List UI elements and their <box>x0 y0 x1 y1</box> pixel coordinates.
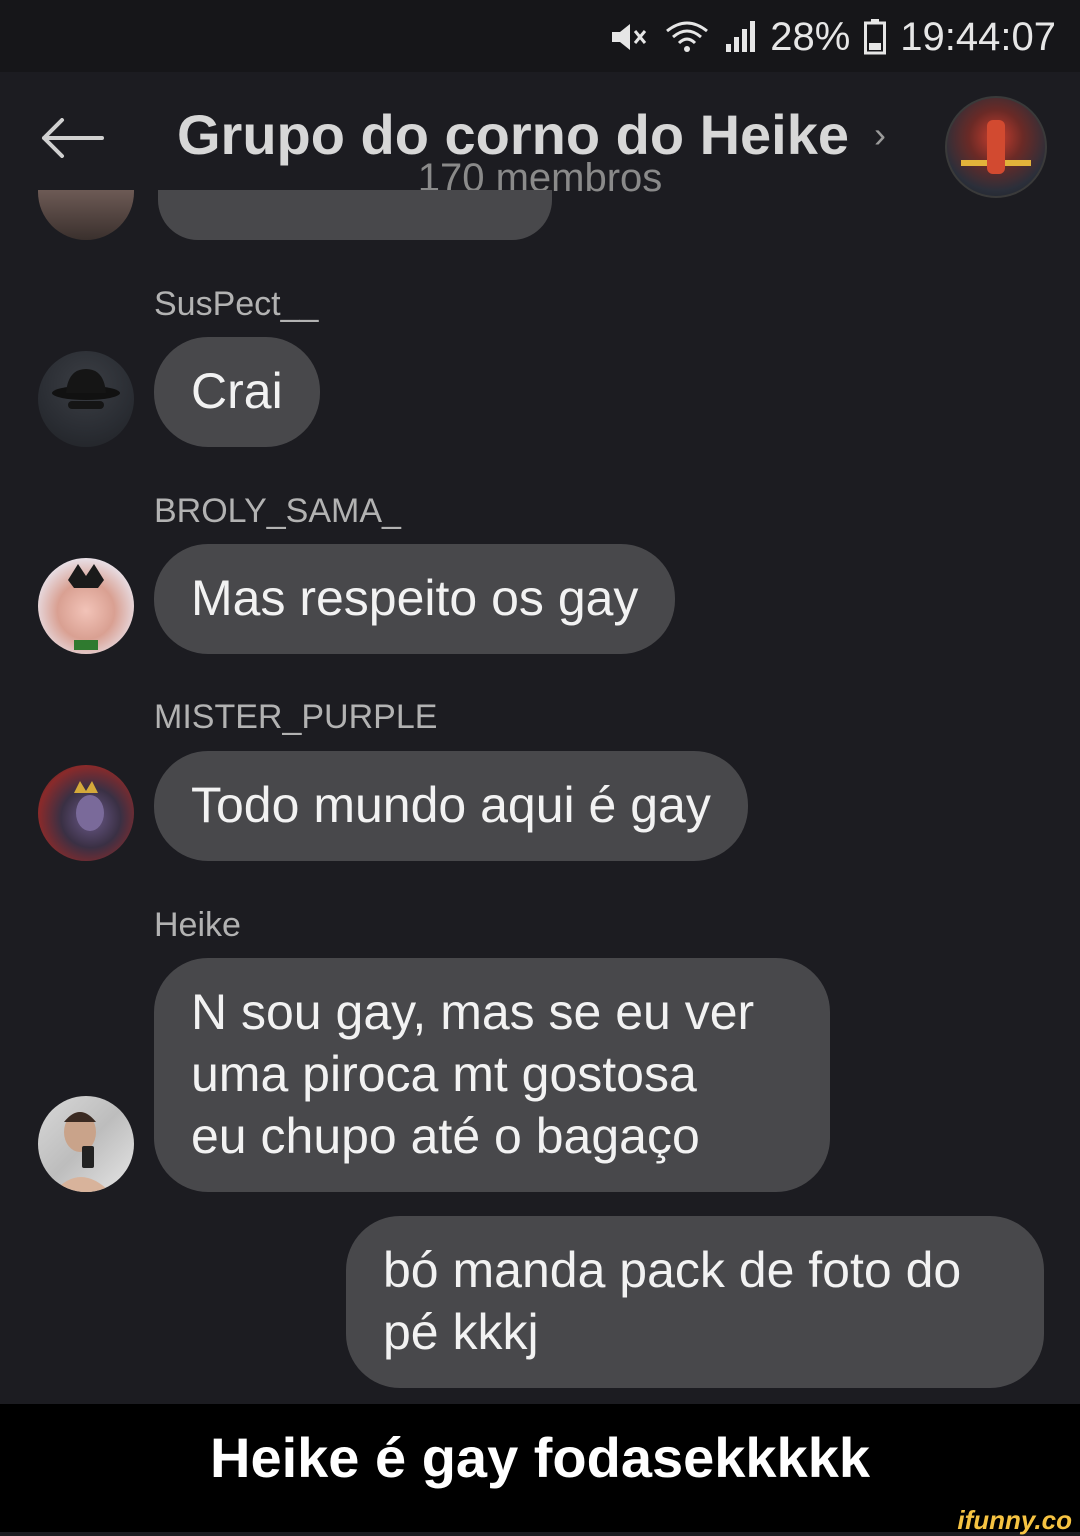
message-line: uma piroca mt gostosa <box>191 1046 697 1102</box>
sender-name[interactable]: SusPect__ <box>154 285 318 324</box>
message-line: bó manda pack de foto do <box>383 1242 962 1298</box>
wifi-icon <box>666 21 709 52</box>
message-bubble[interactable]: Mas respeito os gay <box>154 544 676 654</box>
avatar[interactable] <box>38 765 134 861</box>
chevron-right-icon[interactable]: › <box>874 114 886 156</box>
message-bubble[interactable]: Todo mundo aqui é gay <box>154 751 748 861</box>
message-bubble[interactable]: N sou gay, mas se eu ver uma piroca mt g… <box>154 958 830 1192</box>
avatar[interactable] <box>38 351 134 447</box>
message-line: pé kkkj <box>383 1304 539 1360</box>
hat-avatar-icon <box>52 369 120 409</box>
mute-icon <box>612 24 647 50</box>
clock: 19:44:07 <box>900 14 1056 59</box>
status-icons: 28% 19:44:07 <box>610 12 1056 62</box>
message-text: Crai <box>191 363 283 419</box>
message-line: N sou gay, mas se eu ver <box>191 984 755 1040</box>
message-line: eu chupo até o bagaço <box>191 1108 700 1164</box>
sender-name[interactable]: BROLY_SAMA_ <box>154 492 401 531</box>
message-bubble-partial <box>158 190 552 240</box>
status-bar: 28% 19:44:07 <box>0 0 1080 72</box>
avatar[interactable] <box>38 1096 134 1192</box>
avatar[interactable] <box>38 558 134 654</box>
character-avatar-icon <box>68 564 104 650</box>
meme-caption: Heike é gay fodasekkkkk <box>0 1404 1080 1512</box>
signal-icon <box>726 21 756 52</box>
avatar[interactable] <box>38 190 134 240</box>
battery-icon <box>864 19 887 55</box>
bottom-strip <box>0 1512 1080 1532</box>
own-message-bubble[interactable]: bó manda pack de foto do pé kkkj <box>346 1216 1044 1388</box>
character-avatar-icon <box>74 781 104 831</box>
message-bubble[interactable]: Crai <box>154 337 320 447</box>
battery-percent: 28% <box>770 14 851 59</box>
sender-name[interactable]: Heike <box>154 906 241 945</box>
group-avatar[interactable] <box>945 96 1047 198</box>
person-avatar-icon <box>54 1112 110 1192</box>
sender-name[interactable]: MISTER_PURPLE <box>154 698 437 737</box>
message-text: Todo mundo aqui é gay <box>191 777 711 833</box>
message-text: Mas respeito os gay <box>191 570 639 626</box>
watermark: ifunny.co <box>957 1505 1072 1535</box>
